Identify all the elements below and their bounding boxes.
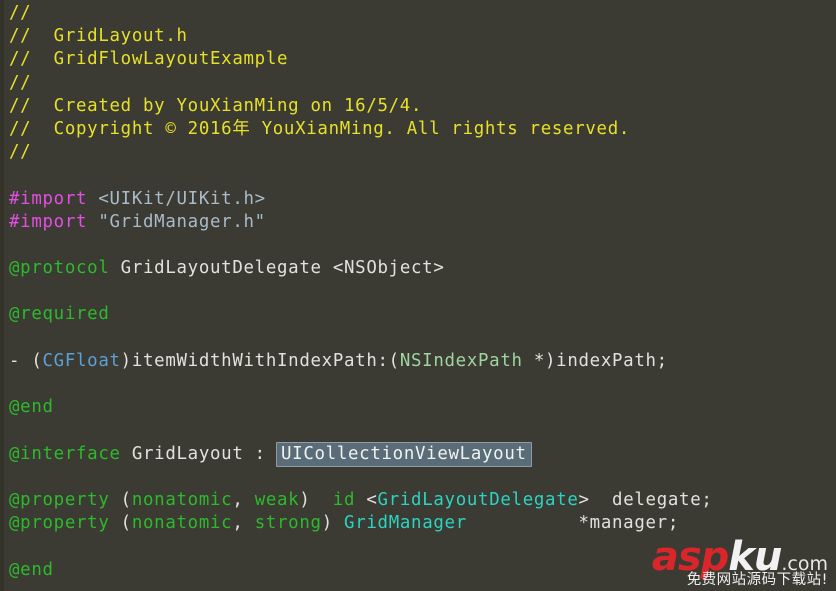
code-token-selected: UICollectionViewLayout	[276, 441, 532, 467]
code-token-plain: GridLayout :	[120, 443, 277, 464]
code-token-header: <UIKit/UIKit.h>	[98, 188, 266, 209]
code-token-plain: (	[109, 489, 132, 510]
code-token-comment: //	[9, 72, 32, 93]
watermark-brand: aspku.com	[652, 537, 828, 577]
code-token-plain: *)indexPath;	[522, 350, 668, 371]
code-token-comment: //	[9, 142, 32, 163]
code-token-comment: //	[9, 3, 32, 23]
code-token-keyword: @end	[9, 559, 54, 580]
code-token-plain: > delegate;	[578, 489, 713, 510]
code-line[interactable]	[0, 466, 836, 489]
code-area[interactable]: // // GridLayout.h// GridFlowLayoutExampl…	[0, 0, 836, 582]
code-token-primtype: CGFloat	[42, 350, 121, 371]
code-editor-screenshot: // // GridLayout.h// GridFlowLayoutExampl…	[0, 0, 836, 591]
code-token-keyword: nonatomic	[131, 489, 233, 510]
code-token-keyword: @interface	[9, 443, 121, 464]
code-line[interactable]: //	[0, 141, 836, 164]
code-token-keyword: strong	[254, 513, 322, 534]
code-line[interactable]: @property (nonatomic, strong) GridManage…	[0, 512, 836, 535]
code-token-keyword: id	[332, 489, 356, 510]
code-line[interactable]	[0, 234, 836, 257]
code-token-proto: GridManager	[344, 513, 467, 534]
code-token-keyword: @property	[9, 513, 110, 534]
code-token-plain: ,	[232, 489, 255, 510]
code-token-plain: GridLayoutDelegate <NSObject>	[109, 258, 445, 279]
code-line[interactable]: #import <UIKit/UIKit.h>	[0, 188, 836, 211]
code-token-comment: // GridLayout.h	[9, 26, 188, 47]
code-token-keyword: @required	[9, 304, 110, 325]
code-line[interactable]	[0, 373, 836, 396]
code-token-plain: *manager;	[466, 513, 680, 534]
code-line[interactable]: @required	[0, 303, 836, 326]
code-token-keyword: @end	[9, 397, 54, 418]
code-token-comment: // GridFlowLayoutExample	[9, 49, 289, 70]
code-token-keyword: @protocol	[9, 258, 110, 279]
code-token-proto: GridLayoutDelegate	[377, 489, 579, 510]
code-token-plain: )itemWidthWithIndexPath:(	[120, 350, 400, 371]
code-token-keyword: @property	[9, 489, 110, 510]
code-token-plain: )	[299, 489, 333, 510]
code-token-comment: // Created by YouXianMing on 16/5/4.	[9, 95, 423, 116]
code-line[interactable]: // Copyright © 2016年 YouXianMing. All ri…	[0, 118, 836, 141]
code-token-plain: <	[355, 489, 378, 510]
code-line[interactable]: @end	[0, 396, 836, 419]
code-token-plain: ,	[232, 513, 255, 534]
code-line[interactable]	[0, 280, 836, 303]
code-line[interactable]: // Created by YouXianMing on 16/5/4.	[0, 95, 836, 118]
code-line[interactable]	[0, 419, 836, 442]
code-token-preprocessor: #import	[9, 211, 88, 232]
code-token-header: "GridManager.h"	[98, 211, 266, 232]
code-token-preprocessor: #import	[9, 188, 88, 209]
watermark: aspku.com 免费网站源码下载站!	[652, 537, 828, 588]
code-token-classpale: NSIndexPath	[399, 350, 523, 371]
code-line[interactable]: @interface GridLayout : UICollectionView…	[0, 441, 836, 467]
code-line[interactable]: // GridFlowLayoutExample	[0, 48, 836, 71]
code-line[interactable]: //	[0, 72, 836, 95]
code-line[interactable]: // GridLayout.h	[0, 25, 836, 48]
code-line[interactable]: //	[0, 2, 836, 25]
code-line[interactable]	[0, 327, 836, 350]
code-token-keyword: nonatomic	[131, 513, 233, 534]
code-line[interactable]: @protocol GridLayoutDelegate <NSObject>	[0, 257, 836, 280]
code-token-plain: )	[321, 513, 345, 534]
code-token-plain: - (	[9, 350, 43, 371]
code-line[interactable]	[0, 164, 836, 187]
code-token-plain: (	[109, 513, 132, 534]
code-token-keyword: weak	[254, 489, 300, 510]
code-line[interactable]: - (CGFloat)itemWidthWithIndexPath:(NSInd…	[0, 350, 836, 373]
code-line[interactable]: #import "GridManager.h"	[0, 211, 836, 234]
code-line[interactable]: @property (nonatomic, weak) id <GridLayo…	[0, 489, 836, 512]
code-token-comment: // Copyright © 2016年 YouXianMing. All ri…	[9, 118, 631, 139]
